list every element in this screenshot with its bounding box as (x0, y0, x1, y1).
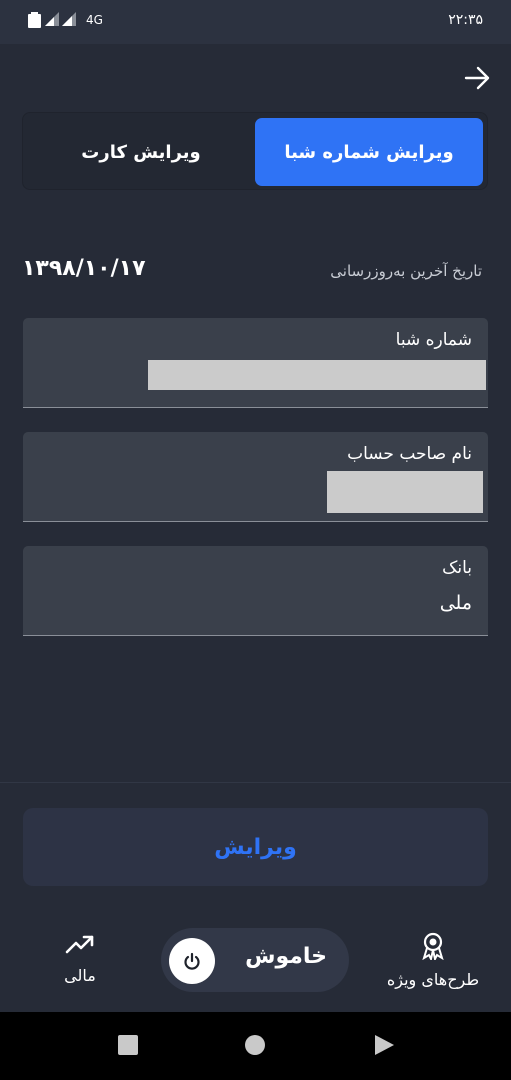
nav-special-plans-label: طرح‌های ویژه (386, 970, 480, 989)
tab-edit-sheba[interactable]: ویرایش شماره شبا (255, 118, 483, 186)
nav-finance[interactable]: مالی (38, 934, 122, 985)
bank-field[interactable]: بانک ملی (23, 546, 488, 636)
battery-icon (28, 12, 41, 28)
signal-strength-icon (62, 12, 76, 26)
bank-field-value: ملی (439, 592, 472, 614)
nav-special-plans[interactable]: طرح‌های ویژه (373, 932, 493, 989)
sheba-field[interactable]: شماره شبا (23, 318, 488, 408)
divider (0, 782, 511, 783)
account-holder-field[interactable]: نام صاحب حساب (23, 432, 488, 522)
home-icon[interactable] (244, 1034, 266, 1060)
back-triangle-icon[interactable] (373, 1034, 395, 1060)
system-nav-bar (0, 1012, 511, 1080)
status-bar: 4G ۲۲:۳۵ (0, 0, 511, 44)
edit-button[interactable]: ویرایش (23, 808, 488, 886)
last-update-value: ۱۳۹۸/۱۰/۱۷ (22, 256, 146, 281)
bottom-nav: طرح‌های ویژه خاموش مالی (0, 910, 511, 1012)
trending-up-icon (38, 934, 122, 960)
signal-strength-icon (45, 12, 59, 26)
redacted-account-holder-value (327, 471, 483, 513)
power-icon (169, 938, 215, 984)
power-toggle-label: خاموش (245, 944, 327, 969)
status-time: ۲۲:۳۵ (448, 12, 483, 28)
last-update-label: تاریخ آخرین به‌روزرسانی (330, 262, 482, 280)
award-icon (373, 932, 493, 964)
account-holder-field-label: نام صاحب حساب (347, 444, 472, 464)
bank-field-label: بانک (442, 558, 472, 578)
signal-indicators (28, 12, 76, 28)
recent-apps-icon[interactable] (117, 1034, 139, 1060)
sheba-field-label: شماره شبا (395, 330, 472, 350)
redacted-sheba-value (148, 360, 486, 390)
nav-finance-label: مالی (64, 966, 96, 985)
last-update-row: تاریخ آخرین به‌روزرسانی ۱۳۹۸/۱۰/۱۷ (22, 254, 484, 288)
back-arrow-icon[interactable] (463, 64, 491, 92)
power-toggle[interactable]: خاموش (161, 928, 349, 992)
tab-edit-card[interactable]: ویرایش کارت (27, 118, 255, 186)
edit-mode-tabs: ویرایش شماره شبا ویرایش کارت (22, 112, 488, 190)
network-type: 4G (86, 13, 103, 27)
